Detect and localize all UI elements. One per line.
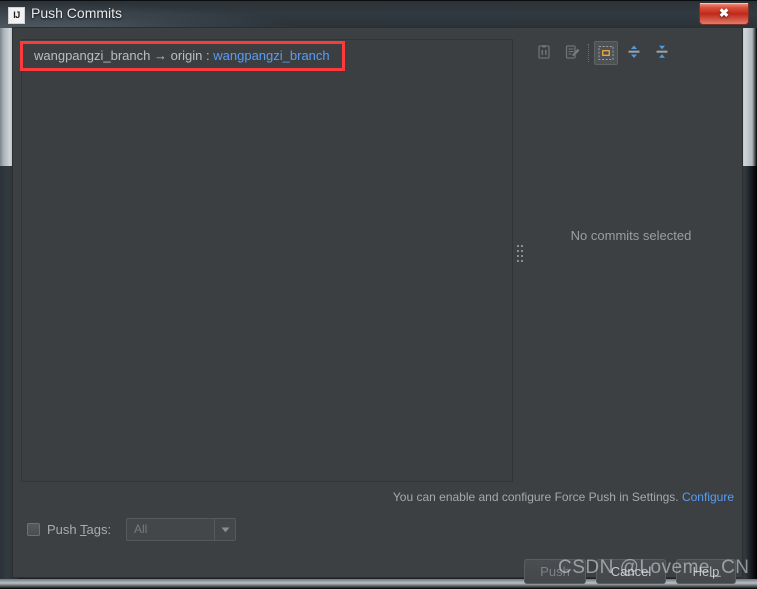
details-toolbar bbox=[526, 39, 736, 67]
configure-link[interactable]: Configure bbox=[682, 490, 734, 504]
show-details-icon[interactable] bbox=[594, 41, 618, 65]
collapse-all-icon[interactable] bbox=[622, 41, 646, 65]
target-branch-label[interactable]: wangpangzi_branch bbox=[213, 48, 329, 63]
push-tags-dropdown[interactable]: All bbox=[126, 518, 236, 541]
window-title: Push Commits bbox=[31, 5, 123, 21]
no-commits-selected-label: No commits selected bbox=[570, 228, 692, 243]
details-content-area: No commits selected bbox=[526, 68, 736, 482]
push-tags-label: Push Tags: bbox=[47, 522, 111, 537]
panel-splitter[interactable] bbox=[514, 39, 526, 482]
copy-revision-icon[interactable] bbox=[532, 41, 556, 65]
window-frame: IJ Push Commits ✖ wangpangzi_branch → or… bbox=[0, 0, 757, 589]
push-tags-dropdown-value: All bbox=[134, 522, 148, 536]
dialog-body: wangpangzi_branch → origin : wangpangzi_… bbox=[12, 27, 743, 584]
push-tags-checkbox[interactable] bbox=[27, 523, 40, 536]
close-icon: ✖ bbox=[718, 6, 730, 20]
title-bar[interactable]: IJ Push Commits ✖ bbox=[0, 0, 757, 28]
push-spec-row[interactable]: wangpangzi_branch → origin : wangpangzi_… bbox=[23, 41, 512, 71]
force-push-hint: You can enable and configure Force Push … bbox=[393, 490, 734, 504]
edit-commit-message-icon[interactable] bbox=[560, 41, 584, 65]
force-push-hint-text: You can enable and configure Force Push … bbox=[392, 490, 679, 504]
arrow-icon: → bbox=[150, 48, 171, 63]
push-tags-label-prefix: Push bbox=[47, 522, 81, 537]
remote-name-label: origin bbox=[170, 48, 207, 63]
commit-details-panel: No commits selected bbox=[526, 39, 736, 482]
close-button[interactable]: ✖ bbox=[699, 3, 749, 25]
cancel-button[interactable]: Cancel bbox=[596, 559, 666, 584]
intellij-app-icon: IJ bbox=[8, 7, 25, 24]
toolbar-separator bbox=[588, 44, 590, 62]
help-button[interactable]: Help bbox=[676, 559, 736, 584]
commits-list-panel[interactable]: wangpangzi_branch → origin : wangpangzi_… bbox=[21, 39, 513, 482]
push-button[interactable]: Push bbox=[524, 559, 586, 584]
push-tags-label-suffix: ags: bbox=[86, 522, 112, 537]
chevron-down-icon[interactable] bbox=[214, 519, 235, 540]
expand-all-icon[interactable] bbox=[650, 41, 674, 65]
source-branch-label: wangpangzi_branch bbox=[34, 48, 151, 63]
splitter-grip-icon bbox=[517, 245, 523, 277]
